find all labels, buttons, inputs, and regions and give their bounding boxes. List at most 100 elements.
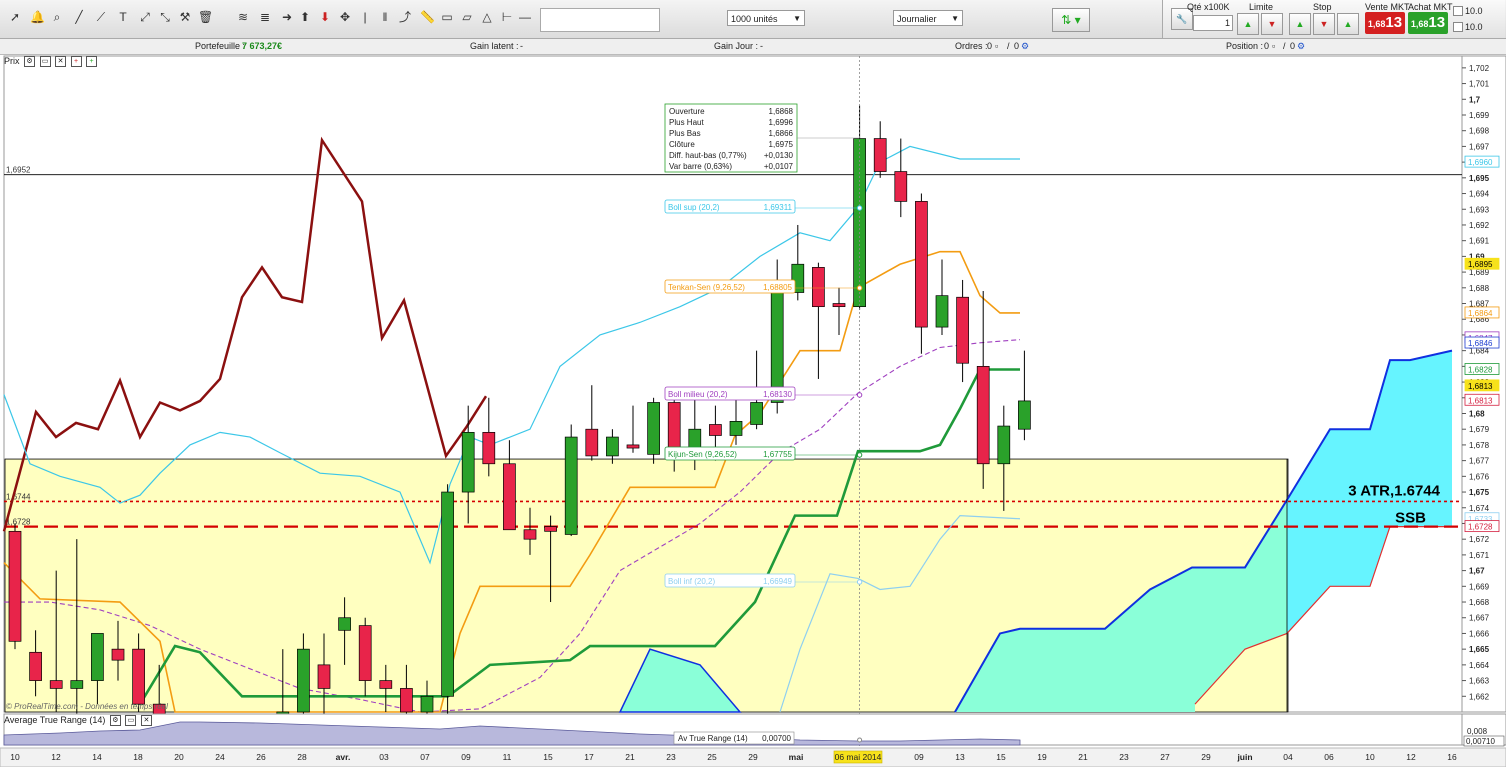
candle-21 (441, 484, 454, 720)
y-tick-label-10: 1,692 (1469, 221, 1490, 230)
candle-body-19 (400, 688, 413, 713)
x-tick-label-8: avr. (336, 752, 351, 762)
indicator-tooltip-value-1: 1,68805 (763, 283, 792, 292)
candle-body-25 (523, 529, 537, 540)
ohlc-tooltip-label-5: Var barre (0,63%) (669, 162, 732, 171)
candle-body-16 (338, 617, 351, 631)
x-tick-label-19: mai (789, 752, 804, 762)
right-label-7: 1,6813 (1468, 396, 1493, 405)
y-tick-label-35: 1,667 (1469, 614, 1490, 623)
y-tick-label-5: 1,697 (1469, 142, 1490, 151)
ohlc-tooltip-value-0: 1,6868 (769, 107, 794, 116)
y-tick-label-14: 1,688 (1469, 284, 1490, 293)
right-label-4: 1,6846 (1468, 339, 1493, 348)
x-tick-label-30: 04 (1283, 752, 1293, 762)
ohlc-tooltip-label-0: Ouverture (669, 107, 705, 116)
indicator-tooltip-name-1: Tenkan-Sen (9,26,52) (668, 283, 745, 292)
candle-body-31 (647, 402, 660, 455)
annotation-3atr: 3 ATR,1.6744 (1348, 482, 1440, 499)
x-tick-label-24: 19 (1037, 752, 1047, 762)
candle-body-36 (750, 402, 763, 425)
right-label-6: 1,6813 (1468, 382, 1493, 391)
candle-body-26 (544, 526, 557, 532)
add-indicator-icon[interactable]: + (70, 56, 82, 68)
x-tick-label-25: 21 (1078, 752, 1088, 762)
y-tick-label-22: 1,68 (1469, 409, 1485, 418)
right-label-2: 1,6864 (1468, 309, 1493, 318)
candle-body-37 (770, 292, 784, 403)
x-tick-label-20: 06 mai 2014 (835, 752, 882, 762)
wrench-icon[interactable]: ⚙ (109, 715, 121, 727)
candle-body-39 (812, 267, 825, 308)
x-tick-label-1: 12 (51, 752, 61, 762)
x-tick-label-11: 09 (461, 752, 471, 762)
x-tick-label-18: 29 (748, 752, 758, 762)
watermark: © ProRealTime.com - Données en temps rée… (6, 702, 168, 711)
close-icon[interactable]: ✕ (140, 715, 152, 727)
candle-body-1 (29, 651, 42, 681)
x-tick-label-17: 25 (707, 752, 717, 762)
candle-body-24 (503, 463, 516, 531)
indicator-tooltip-name-4: Boll inf (20,2) (668, 577, 715, 586)
candle-body-49 (1018, 400, 1031, 430)
y-tick-label-28: 1,674 (1469, 504, 1490, 513)
candle-body-35 (729, 420, 743, 436)
y-tick-label-9: 1,693 (1469, 205, 1490, 214)
candle-body-5 (111, 648, 125, 661)
candle-body-23 (482, 431, 496, 465)
candle-body-20 (420, 695, 434, 713)
y-tick-label-38: 1,664 (1469, 661, 1490, 670)
x-tick-label-10: 07 (420, 752, 430, 762)
x-tick-label-34: 16 (1447, 752, 1457, 762)
ohlc-tooltip-value-1: 1,6996 (769, 118, 794, 127)
indicator-tooltip-dot-1 (856, 285, 863, 291)
candle-body-44 (915, 201, 928, 328)
ohlc-tooltip-label-4: Diff. haut-bas (0,77%) (669, 151, 747, 160)
x-tick-label-15: 21 (625, 752, 635, 762)
x-tick-label-14: 17 (584, 752, 594, 762)
close-icon[interactable]: ✕ (55, 56, 67, 68)
wrench-icon[interactable]: ⚙ (24, 56, 36, 68)
hline-label-2: 1,6728 (6, 518, 31, 527)
indicator-tooltip-value-4: 1,66949 (763, 577, 792, 586)
candle-31 (647, 397, 660, 464)
x-tick-label-9: 03 (379, 752, 389, 762)
y-tick-label-23: 1,679 (1469, 425, 1490, 434)
window-icon[interactable]: ▭ (125, 715, 137, 727)
x-tick-label-22: 13 (955, 752, 965, 762)
y-tick-label-40: 1,662 (1469, 692, 1490, 701)
x-tick-label-29: juin (1236, 752, 1252, 762)
candle-body-43 (894, 171, 908, 202)
y-tick-label-33: 1,669 (1469, 582, 1490, 591)
y-tick-label-37: 1,665 (1469, 645, 1490, 654)
atr-y-tick-1: 0,00710 (1466, 737, 1495, 746)
candle-body-17 (358, 625, 372, 681)
y-tick-label-3: 1,699 (1469, 111, 1490, 120)
x-tick-label-3: 18 (133, 752, 143, 762)
window-icon[interactable]: ▭ (39, 56, 51, 68)
candle-body-6 (132, 648, 145, 705)
hline-label-0: 1,6952 (6, 166, 31, 175)
x-tick-label-23: 15 (996, 752, 1006, 762)
x-tick-label-2: 14 (92, 752, 102, 762)
atr-tooltip-name: Av True Range (14) (678, 734, 748, 743)
add-indicator2-icon[interactable]: + (86, 56, 98, 68)
right-label-1: 1,6895 (1468, 260, 1493, 269)
y-tick-label-24: 1,678 (1469, 441, 1490, 450)
price-panel-header: Prix ⚙ ▭ ✕ + + (4, 56, 98, 68)
y-tick-label-2: 1,7 (1469, 95, 1481, 104)
x-tick-label-32: 10 (1365, 752, 1375, 762)
right-label-0: 1,6960 (1468, 158, 1493, 167)
candle-27 (564, 424, 578, 537)
right-label-9: 1,6728 (1468, 523, 1493, 532)
hline-label-1: 1,6744 (6, 492, 31, 501)
x-tick-label-13: 15 (543, 752, 553, 762)
price-chart[interactable]: 1,69521,67441,6728Ouverture 1,6868Plus Ha… (0, 0, 1506, 767)
indicator-tooltip-name-3: Kijun-Sen (9,26,52) (668, 450, 737, 459)
indicator-tooltip-value-3: 1,67755 (763, 450, 792, 459)
candle-body-28 (585, 428, 599, 457)
y-tick-label-27: 1,675 (1469, 488, 1490, 497)
candle-body-21 (441, 491, 454, 697)
indicator-tooltip-value-2: 1,68130 (763, 390, 792, 399)
x-tick-label-6: 26 (256, 752, 266, 762)
